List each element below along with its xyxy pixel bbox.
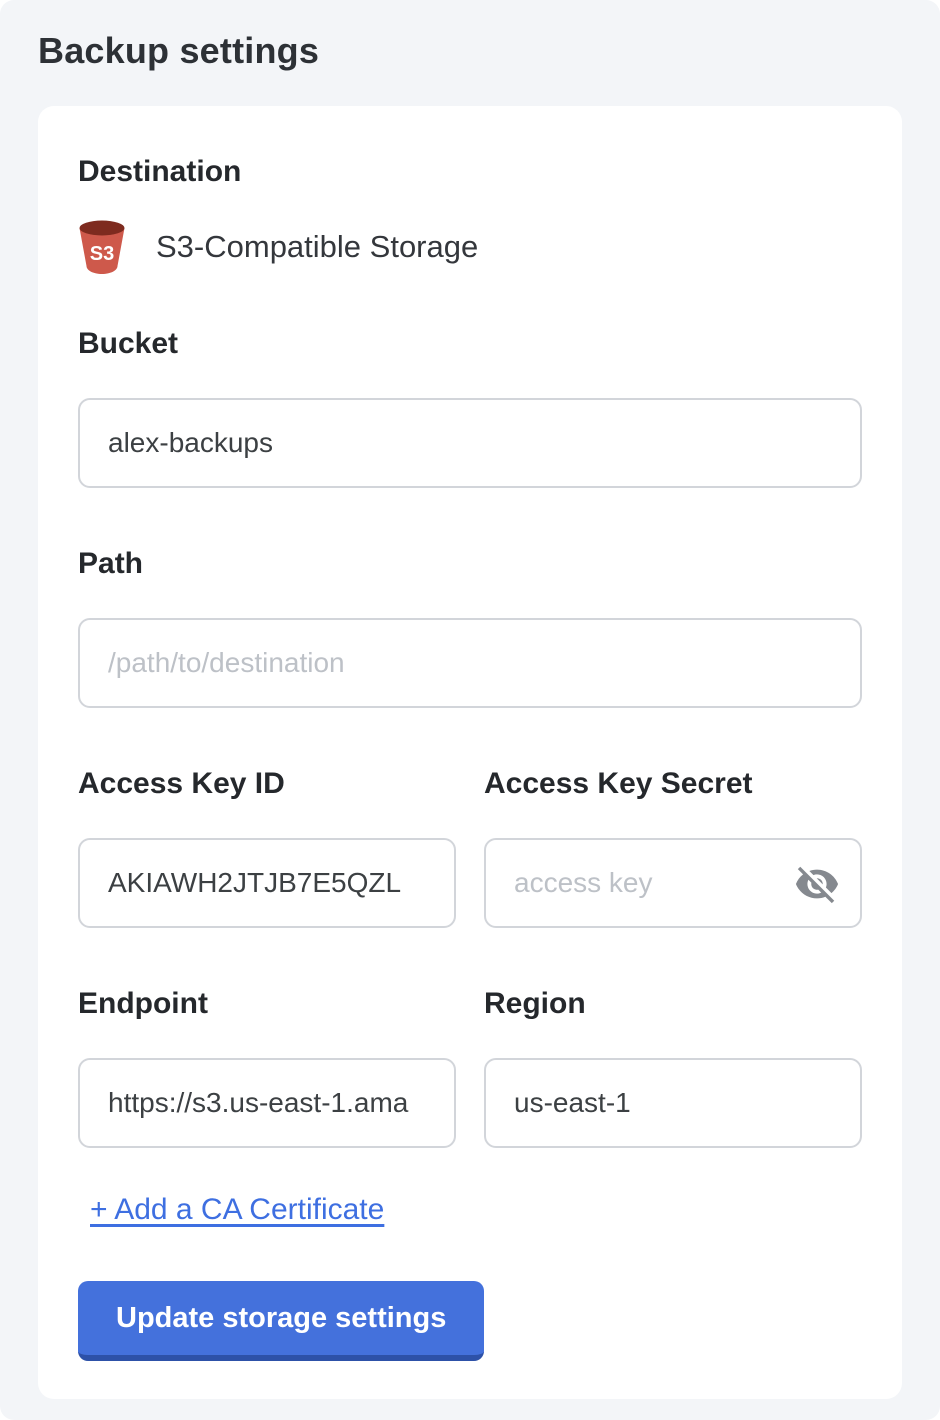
access-key-secret-label: Access Key Secret [484,766,862,802]
toggle-secret-visibility-button[interactable] [794,861,840,907]
region-input[interactable] [484,1058,862,1148]
bucket-input[interactable] [78,398,862,488]
update-storage-settings-button[interactable]: Update storage settings [78,1281,484,1361]
endpoint-region-row: Endpoint Region [78,986,862,1206]
access-key-id-input[interactable] [78,838,456,928]
endpoint-label: Endpoint [78,986,456,1022]
path-label: Path [78,546,862,582]
destination-label: Destination [78,154,862,190]
path-input[interactable] [78,618,862,708]
s3-bucket-icon: S3 [78,219,126,275]
page-title: Backup settings [38,30,902,72]
destination-row: S3 S3-Compatible Storage [78,218,862,276]
access-key-row: Access Key ID Access Key Secret [78,766,862,986]
svg-text:S3: S3 [90,243,114,265]
access-key-id-label: Access Key ID [78,766,456,802]
bucket-label: Bucket [78,326,862,362]
add-ca-certificate-link[interactable]: + Add a CA Certificate [90,1193,384,1227]
destination-value: S3-Compatible Storage [156,229,478,265]
settings-card: Destination S3 S3-Compatible Storage Buc… [38,106,902,1399]
eye-off-icon [794,895,840,910]
backup-settings-page: Backup settings Destination S3 S3-Compat… [0,0,940,1420]
region-label: Region [484,986,862,1022]
endpoint-input[interactable] [78,1058,456,1148]
